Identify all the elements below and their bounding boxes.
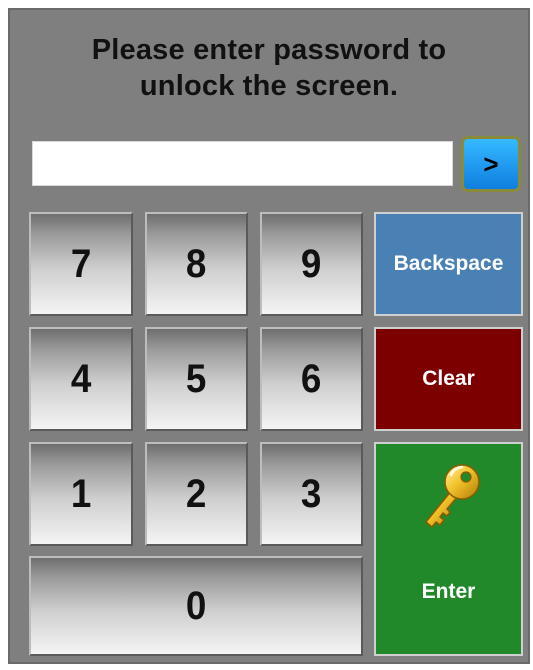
backspace-button[interactable]: Backspace xyxy=(374,212,523,316)
backspace-label: Backspace xyxy=(393,252,504,275)
key-0-label: 0 xyxy=(185,583,207,628)
key-4-label: 4 xyxy=(70,356,92,401)
key-6[interactable]: 6 xyxy=(260,327,363,431)
key-5-label: 5 xyxy=(186,356,207,401)
key-7[interactable]: 7 xyxy=(29,212,133,316)
key-9[interactable]: 9 xyxy=(260,212,363,316)
key-1-label: 1 xyxy=(70,471,92,516)
unlock-prompt: Please enter password to unlock the scre… xyxy=(10,32,528,104)
clear-button[interactable]: Clear xyxy=(374,327,523,431)
key-3-label: 3 xyxy=(301,471,322,516)
key-7-label: 7 xyxy=(70,241,92,286)
key-8-label: 8 xyxy=(186,241,207,286)
key-0[interactable]: 0 xyxy=(29,556,363,656)
prompt-line-1: Please enter password to xyxy=(91,34,447,66)
key-5[interactable]: 5 xyxy=(145,327,248,431)
key-4[interactable]: 4 xyxy=(29,327,133,431)
clear-label: Clear xyxy=(422,367,475,390)
key-8[interactable]: 8 xyxy=(145,212,248,316)
enter-label: Enter xyxy=(421,580,476,603)
key-2[interactable]: 2 xyxy=(145,442,248,546)
key-3[interactable]: 3 xyxy=(260,442,363,546)
password-input[interactable] xyxy=(32,141,453,186)
submit-arrow-button[interactable]: > xyxy=(461,136,521,192)
prompt-line-2: unlock the screen. xyxy=(139,70,399,102)
enter-button[interactable]: Enter xyxy=(374,442,523,656)
key-icon xyxy=(425,464,480,528)
key-2-label: 2 xyxy=(186,471,207,516)
submit-arrow-label: > xyxy=(483,148,499,179)
unlock-dialog: Please enter password to unlock the scre… xyxy=(8,8,530,664)
key-1[interactable]: 1 xyxy=(29,442,133,546)
key-6-label: 6 xyxy=(301,356,322,401)
key-9-label: 9 xyxy=(301,241,322,286)
